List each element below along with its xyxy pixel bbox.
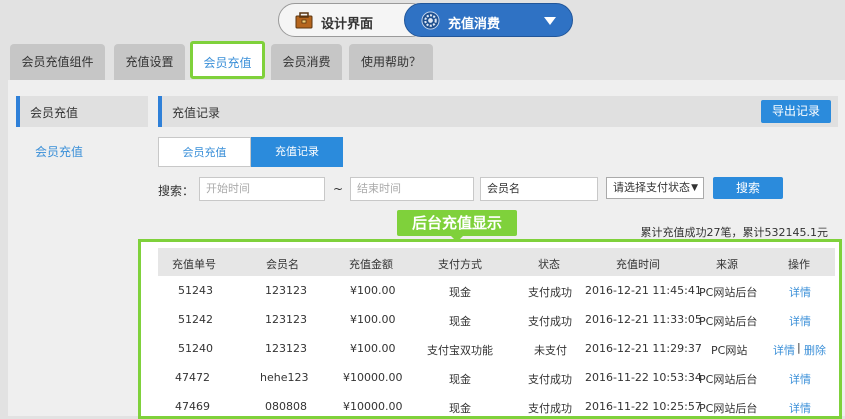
chevron-down-icon[interactable] bbox=[544, 17, 556, 25]
details-link[interactable]: 详情 bbox=[789, 313, 811, 329]
cell-member: 123123 bbox=[265, 284, 307, 297]
cell-amount: ¥100.00 bbox=[350, 313, 396, 326]
cell-method: 现金 bbox=[449, 373, 471, 386]
col-method: 支付方式 bbox=[438, 258, 482, 271]
cell-time: 2016-12-21 11:33:05 bbox=[585, 313, 702, 326]
col-actions: 操作 bbox=[788, 258, 810, 271]
payment-status-select[interactable]: 请选择支付状态 ▼ bbox=[606, 177, 704, 199]
details-link[interactable]: 详情 bbox=[773, 342, 795, 358]
details-link[interactable]: 详情 bbox=[789, 371, 811, 387]
recharge-summary: 累计充值成功27笔，累计532145.1元 bbox=[640, 226, 828, 239]
cell-source: PC网站后台 bbox=[699, 315, 758, 328]
col-time: 充值时间 bbox=[616, 258, 660, 271]
col-source: 来源 bbox=[716, 258, 738, 271]
cell-source: PC网站 bbox=[711, 344, 748, 357]
page-title: 充值记录 bbox=[172, 106, 221, 120]
col-member: 会员名 bbox=[266, 258, 299, 271]
cell-amount: ¥10000.00 bbox=[343, 400, 403, 413]
cell-amount: ¥10000.00 bbox=[343, 371, 403, 384]
cell-status: 支付成功 bbox=[528, 402, 572, 415]
content-header: 充值记录 bbox=[158, 96, 838, 127]
delete-link[interactable]: 删除 bbox=[804, 342, 826, 358]
cell-time: 2016-11-22 10:25:57 bbox=[585, 400, 702, 413]
sidebar-header-label: 会员充值 bbox=[30, 106, 79, 120]
design-toolbox-icon bbox=[295, 12, 313, 29]
export-records-button[interactable]: 导出记录 bbox=[761, 100, 831, 123]
cell-order-id: 51243 bbox=[178, 284, 213, 297]
cell-method: 现金 bbox=[449, 315, 471, 328]
select-arrow-icon: ▼ bbox=[691, 183, 698, 193]
subtab-member-recharge[interactable]: 会员充值 bbox=[158, 137, 251, 167]
cell-method: 现金 bbox=[449, 402, 471, 415]
recharge-mode-label: 充值消费 bbox=[448, 17, 501, 32]
member-name-input[interactable]: 会员名 bbox=[480, 177, 598, 201]
cell-status: 支付成功 bbox=[528, 315, 572, 328]
cell-amount: ¥100.00 bbox=[350, 284, 396, 297]
range-separator: ~ bbox=[333, 182, 344, 196]
tab-recharge-settings[interactable]: 充值设置 bbox=[114, 44, 185, 80]
action-separator: | bbox=[797, 341, 801, 354]
cell-order-id: 47469 bbox=[175, 400, 210, 413]
cell-time: 2016-12-21 11:45:41 bbox=[585, 284, 702, 297]
details-link[interactable]: 详情 bbox=[789, 284, 811, 300]
cell-amount: ¥100.00 bbox=[350, 342, 396, 355]
col-amount: 充值金额 bbox=[349, 258, 393, 271]
cell-source: PC网站后台 bbox=[699, 402, 758, 415]
col-order-id: 充值单号 bbox=[172, 258, 216, 271]
tab-member-recharge[interactable]: 会员充值 bbox=[190, 41, 265, 79]
payment-status-value: 请选择支付状态 bbox=[613, 181, 690, 194]
mode-switcher: 设计界面 充值消费 bbox=[278, 3, 573, 37]
cell-status: 支付成功 bbox=[528, 286, 572, 299]
cell-method: 支付宝双功能 bbox=[427, 344, 493, 357]
design-mode-label: 设计界面 bbox=[321, 17, 374, 32]
cell-member: 080808 bbox=[265, 400, 307, 413]
cell-source: PC网站后台 bbox=[699, 373, 758, 386]
sidebar-item-member-recharge[interactable]: 会员充值 bbox=[35, 143, 83, 160]
search-label: 搜索： bbox=[158, 184, 195, 198]
cell-status: 支付成功 bbox=[528, 373, 572, 386]
tab-member-consumption[interactable]: 会员消费 bbox=[271, 44, 342, 80]
cell-order-id: 51242 bbox=[178, 313, 213, 326]
cell-method: 现金 bbox=[449, 286, 471, 299]
gear-icon bbox=[421, 11, 440, 30]
search-button[interactable]: 搜索 bbox=[713, 177, 783, 199]
details-link[interactable]: 详情 bbox=[789, 400, 811, 416]
cell-time: 2016-12-21 11:29:37 bbox=[585, 342, 702, 355]
tab-help[interactable]: 使用帮助？ bbox=[349, 44, 433, 80]
col-status: 状态 bbox=[538, 258, 560, 271]
callout-label: 后台充值显示 bbox=[397, 210, 517, 242]
start-time-input[interactable]: 开始时间 bbox=[199, 177, 325, 201]
cell-time: 2016-11-22 10:53:34 bbox=[585, 371, 702, 384]
subtab-recharge-records[interactable]: 充值记录 bbox=[251, 137, 343, 167]
tab-recharge-widget[interactable]: 会员充值组件 bbox=[10, 44, 105, 80]
cell-order-id: 51240 bbox=[178, 342, 213, 355]
cell-member: 123123 bbox=[265, 342, 307, 355]
cell-source: PC网站后台 bbox=[699, 286, 758, 299]
cell-status: 未支付 bbox=[534, 344, 567, 357]
cell-member: hehe123 bbox=[260, 371, 309, 384]
cell-member: 123123 bbox=[265, 313, 307, 326]
recharge-mode-button[interactable]: 充值消费 bbox=[404, 3, 573, 37]
sidebar-header: 会员充值 bbox=[16, 96, 148, 127]
cell-order-id: 47472 bbox=[175, 371, 210, 384]
end-time-input[interactable]: 结束时间 bbox=[350, 177, 474, 201]
